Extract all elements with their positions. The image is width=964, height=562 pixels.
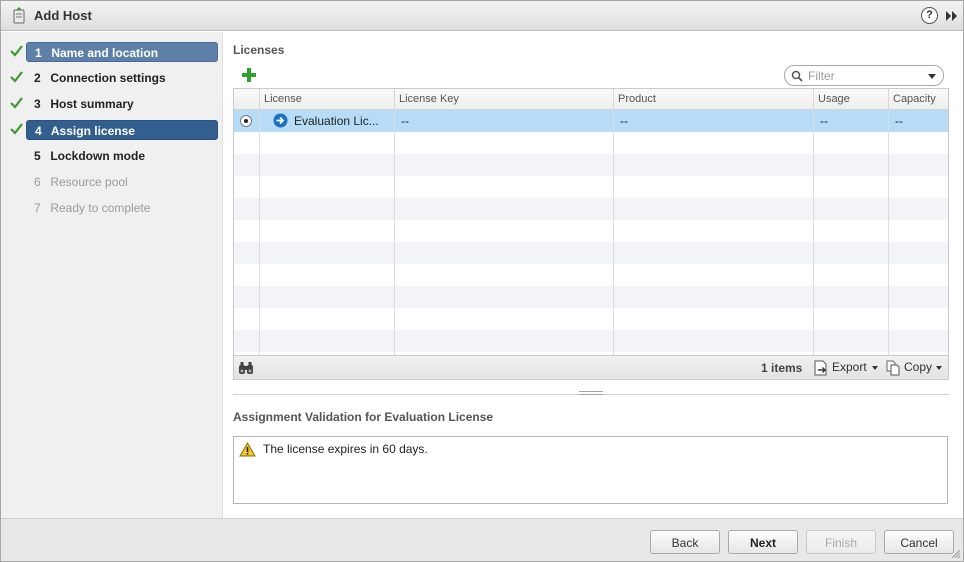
checkmark-icon [10,123,23,135]
table-header: License License Key Product Usage Capaci… [234,89,948,110]
step-number: 6 [34,175,41,189]
expand-icon[interactable] [944,9,960,23]
step-connection-settings[interactable]: 2 Connection settings [1,68,223,88]
empty-row [234,330,948,352]
empty-row [234,154,948,176]
empty-row [234,308,948,330]
chevron-down-icon[interactable] [928,74,936,79]
dialog-title: Add Host [34,8,92,23]
validation-title: Assignment Validation for Evaluation Lic… [233,410,494,424]
empty-row [234,176,948,198]
resize-grip-icon[interactable] [951,549,961,559]
empty-row [234,264,948,286]
column-divider [259,110,260,355]
step-resource-pool: 6 Resource pool [1,172,223,192]
copy-icon [886,360,900,376]
warning-icon [239,442,256,457]
back-button[interactable]: Back [650,530,720,554]
host-icon [13,7,25,24]
step-label: Resource pool [50,175,128,189]
column-divider [394,110,395,355]
validation-message: The license expires in 60 days. [263,442,428,456]
checkmark-icon [10,71,23,83]
step-assign-license[interactable]: 4 Assign license [1,120,223,140]
table-row[interactable]: Evaluation Lic... -- -- -- -- [234,110,948,132]
step-label: Assign license [50,124,135,138]
empty-row [234,198,948,220]
wizard-steps: 1 Name and location 2 Connection setting… [1,32,223,518]
licenses-table: License License Key Product Usage Capaci… [233,88,949,380]
column-divider [888,110,889,355]
step-label: Ready to complete [50,201,151,215]
step-number: 5 [34,149,41,163]
step-name-and-location[interactable]: 1 Name and location [1,42,223,62]
help-icon[interactable]: ? [921,7,938,24]
splitter-handle[interactable] [579,391,603,396]
step-number: 7 [34,201,41,215]
cell-usage: -- [820,114,828,128]
empty-row [234,132,948,154]
step-label: Host summary [50,97,134,111]
add-host-dialog: Add Host ? 1 Name and location 2 Connect… [0,0,964,562]
empty-row [234,220,948,242]
column-divider [813,110,814,355]
license-icon [273,113,288,128]
cell-product: -- [620,114,628,128]
main-content: Licenses License License Key Product Usa… [224,32,963,518]
column-header-license[interactable]: License [259,89,395,110]
step-number: 2 [34,71,41,85]
copy-label: Copy [904,360,933,374]
cell-capacity: -- [895,114,903,128]
row-radio-button[interactable] [240,115,252,127]
licenses-title: Licenses [233,43,285,57]
step-label: Lockdown mode [50,149,146,163]
export-icon [814,360,827,376]
empty-row [234,242,948,264]
step-number: 3 [34,97,41,111]
column-header-product[interactable]: Product [613,89,814,110]
cell-license: Evaluation Lic... [294,114,379,128]
checkmark-icon [10,45,23,57]
chevron-down-icon [936,366,942,370]
step-label: Connection settings [50,71,166,85]
checkmark-icon [10,97,23,109]
items-count: 1 items [761,361,803,375]
next-button[interactable]: Next [728,530,798,554]
step-label: Name and location [51,46,159,60]
column-header-usage[interactable]: Usage [813,89,889,110]
column-header-license-key[interactable]: License Key [394,89,613,110]
add-license-icon[interactable] [241,67,257,83]
table-footer: 1 items Export Copy [234,355,948,379]
button-bar: Back Next Finish Cancel [1,518,963,561]
binoculars-icon[interactable] [238,361,254,375]
export-button[interactable]: Export [814,359,880,377]
filter-input[interactable] [806,68,918,83]
chevron-down-icon [872,366,878,370]
finish-button: Finish [806,530,876,554]
column-header-capacity[interactable]: Capacity [888,89,948,110]
filter-box[interactable] [784,65,944,86]
export-label: Export [832,360,867,374]
step-lockdown-mode[interactable]: 5 Lockdown mode [1,146,223,166]
column-divider [613,110,614,355]
step-number: 4 [35,124,42,138]
cell-license-key: -- [401,114,409,128]
step-number: 1 [35,46,42,60]
search-icon [791,70,803,82]
copy-button[interactable]: Copy [886,359,946,377]
title-bar: Add Host ? [1,1,963,31]
table-body: Evaluation Lic... -- -- -- -- [234,110,948,355]
cancel-button[interactable]: Cancel [884,530,954,554]
validation-box: The license expires in 60 days. [233,436,948,504]
empty-row [234,286,948,308]
step-host-summary[interactable]: 3 Host summary [1,94,223,114]
step-ready-to-complete: 7 Ready to complete [1,198,223,218]
